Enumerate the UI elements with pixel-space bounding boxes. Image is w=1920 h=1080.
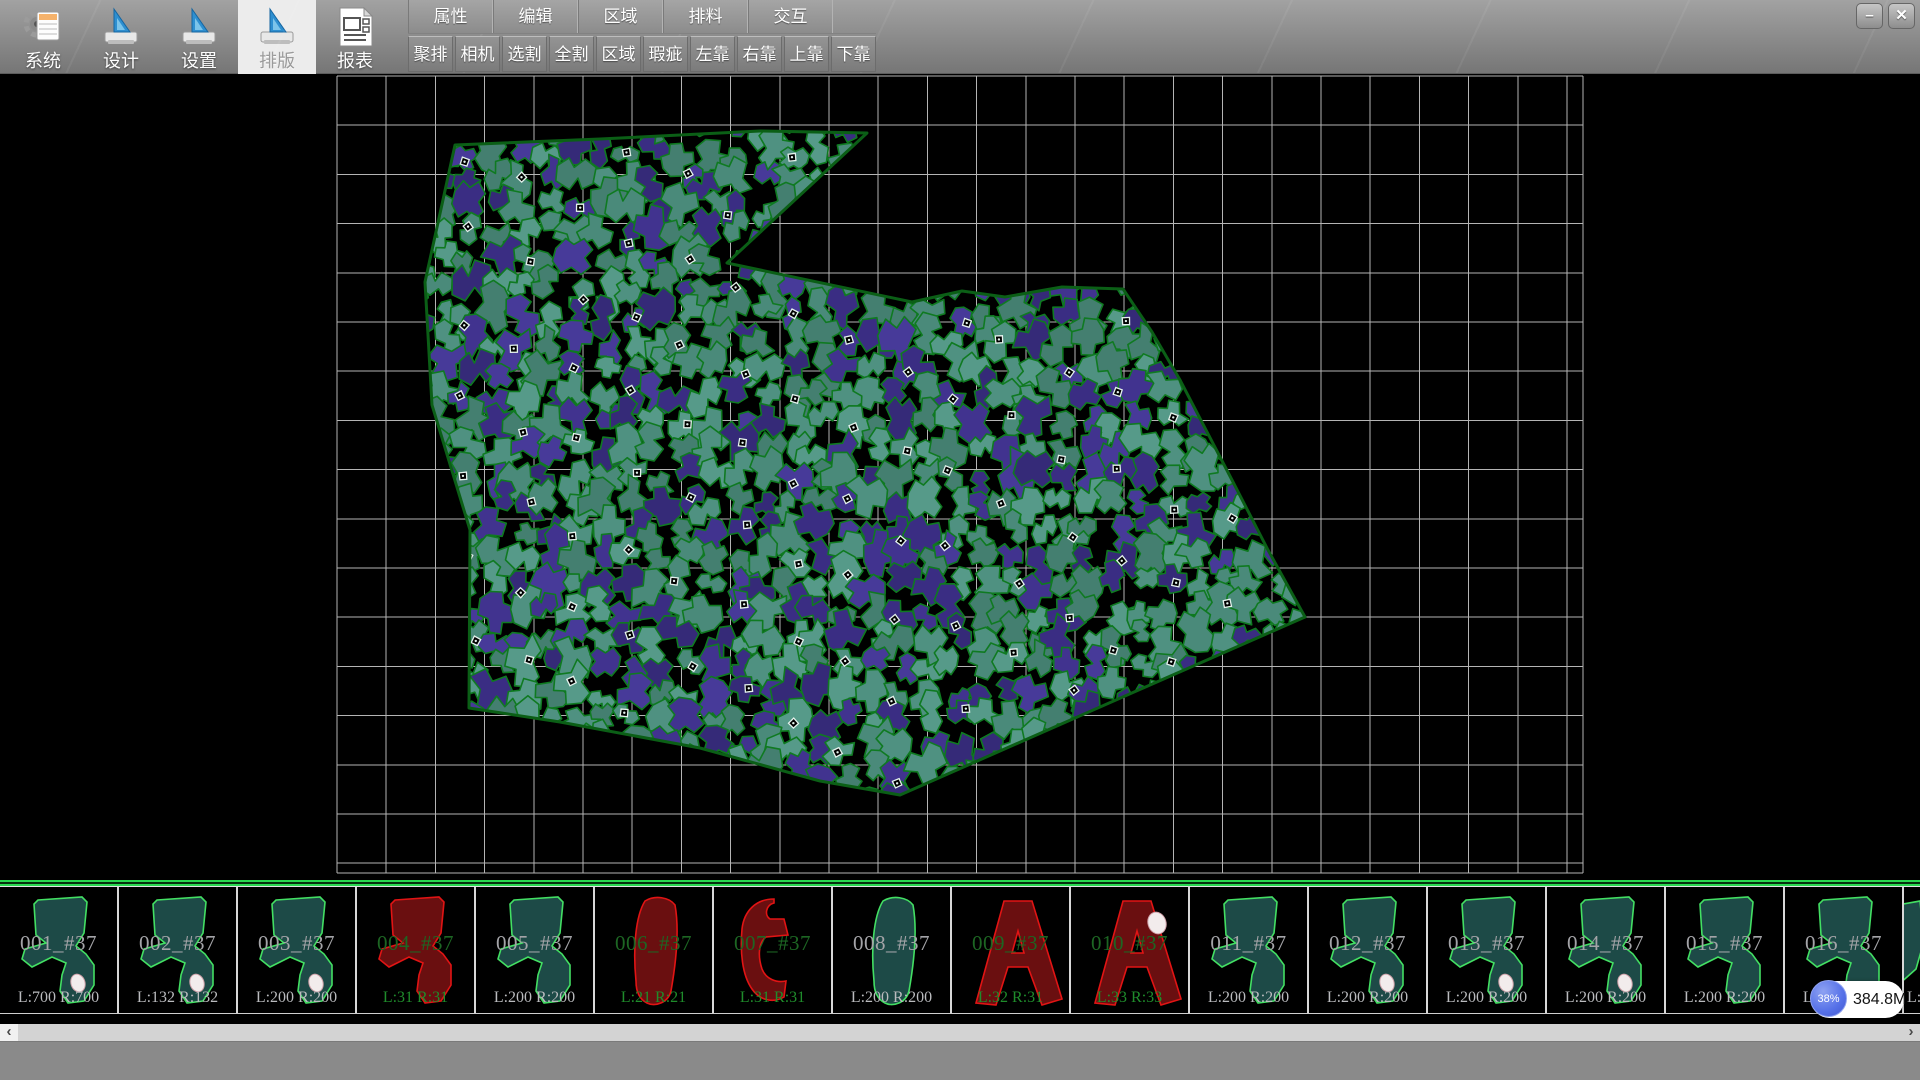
action-button-6[interactable]: 瑕疵 <box>643 36 688 72</box>
piece-name-label: 006_#37 <box>595 931 712 956</box>
piece-name-label: 002_#37 <box>119 931 236 956</box>
piece-thumbnail-strip: 001_#37L:700 R:700002_#37L:132 R:132003_… <box>0 886 1920 1014</box>
thumbnail-cell-14[interactable]: 014_#37 L:200 R:200 <box>1547 887 1666 1013</box>
piece-lr-count-label: L:200 R:200 <box>833 989 950 1007</box>
download-progress-badge[interactable]: 38% 384.8M <box>1811 981 1904 1018</box>
menu-block: 属性编辑区域排料交互 聚排相机选割全割区域瑕疵左靠右靠上靠下靠 <box>408 0 876 74</box>
piece-name-label: 015_#37 <box>1666 931 1783 956</box>
hide-nesting-view <box>0 74 1920 880</box>
piece-name-label: 010_#37 <box>1071 931 1188 956</box>
piece-lr-count-label: L: <box>1904 989 1920 1007</box>
action-button-7[interactable]: 左靠 <box>690 36 735 72</box>
action-button-3[interactable]: 选割 <box>502 36 547 72</box>
thumbnail-cell-5[interactable]: 005_#37 L:200 R:200 <box>476 887 595 1013</box>
action-button-4[interactable]: 全割 <box>549 36 594 72</box>
download-size-label: 384.8M <box>1853 981 1906 1018</box>
toolbar-button-label: 系统 <box>25 51 61 72</box>
piece-name-label: 004_#37 <box>357 931 474 956</box>
action-button-9[interactable]: 上靠 <box>784 36 829 72</box>
design-icon <box>98 4 144 50</box>
layout-icon <box>254 4 300 50</box>
toolbar-button-1[interactable]: 系统 <box>4 0 82 74</box>
piece-name-label: 007_#37 <box>714 931 831 956</box>
status-bar <box>0 1041 1920 1080</box>
piece-name-label: 001_#37 <box>0 931 117 956</box>
menu-tab-row: 属性编辑区域排料交互 <box>408 0 876 34</box>
action-button-row: 聚排相机选割全割区域瑕疵左靠右靠上靠下靠 <box>408 34 876 76</box>
piece-lr-count-label: L:200 R:200 <box>1309 989 1426 1007</box>
thumbnail-cell-6[interactable]: 006_#37 L:21 R:21 <box>595 887 714 1013</box>
piece-name-label: 012_#37 <box>1309 931 1426 956</box>
piece-name-label: 016_#37 <box>1785 931 1902 956</box>
piece-lr-count-label: L:32 R:31 <box>952 989 1069 1007</box>
thumbnail-cell-9[interactable]: 009_#37 L:32 R:31 <box>952 887 1071 1013</box>
toolbar-button-5[interactable]: 报表 <box>316 0 394 74</box>
piece-lr-count-label: L:200 R:200 <box>1190 989 1307 1007</box>
report-icon <box>332 4 378 50</box>
toolbar-button-label: 报表 <box>337 51 373 72</box>
action-button-10[interactable]: 下靠 <box>831 36 876 72</box>
action-button-8[interactable]: 右靠 <box>737 36 782 72</box>
piece-name-label: 011_#37 <box>1190 931 1307 956</box>
menu-tab-4[interactable]: 排料 <box>663 0 748 33</box>
menu-tab-1[interactable]: 属性 <box>408 0 493 33</box>
toolbar-button-2[interactable]: 设计 <box>82 0 160 74</box>
piece-lr-count-label: L:200 R:200 <box>238 989 355 1007</box>
app-window: 系统 设计 设置 排版 报表 属性编辑区域排料交互 聚排相机选割全割区域瑕疵左靠右靠上靠… <box>0 0 1920 1080</box>
thumbnail-cell-7[interactable]: 007_#37 L:31 R:31 <box>714 887 833 1013</box>
toolbar-button-label: 设计 <box>103 51 139 72</box>
main-toolbar: 系统 设计 设置 排版 报表 属性编辑区域排料交互 聚排相机选割全割区域瑕疵左靠右靠上靠… <box>0 0 1920 74</box>
piece-lr-count-label: L:31 R:31 <box>357 989 474 1007</box>
piece-lr-count-label: L:21 R:21 <box>595 989 712 1007</box>
toolbar-button-label: 排版 <box>259 51 295 72</box>
toolbar-button-label: 设置 <box>181 51 217 72</box>
nesting-canvas[interactable] <box>0 74 1920 880</box>
action-button-2[interactable]: 相机 <box>455 36 500 72</box>
piece-name-label: 013_#37 <box>1428 931 1545 956</box>
system-icon <box>20 4 66 50</box>
thumbnail-cell-3[interactable]: 003_#37 L:200 R:200 <box>238 887 357 1013</box>
scroll-right-arrow[interactable]: › <box>1902 1024 1920 1041</box>
thumbnail-cell-1[interactable]: 001_#37 L:700 R:700 <box>0 887 119 1013</box>
thumbnail-cell-17[interactable]: L: <box>1904 887 1920 1013</box>
piece-lr-count-label: L:132 R:132 <box>119 989 236 1007</box>
toolbar-button-3[interactable]: 设置 <box>160 0 238 74</box>
thumbnail-cell-2[interactable]: 002_#37 L:132 R:132 <box>119 887 238 1013</box>
action-button-1[interactable]: 聚排 <box>408 36 453 72</box>
thumbnail-cell-12[interactable]: 012_#37 L:200 R:200 <box>1309 887 1428 1013</box>
menu-tab-5[interactable]: 交互 <box>748 0 833 33</box>
progress-circle: 38% <box>1810 980 1847 1017</box>
thumbnail-cell-4[interactable]: 004_#37 L:31 R:31 <box>357 887 476 1013</box>
menu-tab-2[interactable]: 编辑 <box>493 0 578 33</box>
piece-lr-count-label: L:33 R:33 <box>1071 989 1188 1007</box>
scroll-left-arrow[interactable]: ‹ <box>0 1024 18 1041</box>
thumbnail-cell-13[interactable]: 013_#37 L:200 R:200 <box>1428 887 1547 1013</box>
toolbar-button-4[interactable]: 排版 <box>238 0 316 74</box>
thumbnail-cell-8[interactable]: 008_#37 L:200 R:200 <box>833 887 952 1013</box>
horizontal-scrollbar[interactable]: ‹ › <box>0 1024 1920 1041</box>
piece-lr-count-label: L:700 R:700 <box>0 989 117 1007</box>
piece-lr-count-label: L:200 R:200 <box>1666 989 1783 1007</box>
thumbnail-cell-10[interactable]: 010_#37 L:33 R:33 <box>1071 887 1190 1013</box>
piece-lr-count-label: L:200 R:200 <box>1547 989 1664 1007</box>
piece-name-label: 005_#37 <box>476 931 593 956</box>
thumbnail-cell-15[interactable]: 015_#37 L:200 R:200 <box>1666 887 1785 1013</box>
piece-name-label: 003_#37 <box>238 931 355 956</box>
piece-name-label: 014_#37 <box>1547 931 1664 956</box>
piece-lr-count-label: L:200 R:200 <box>1428 989 1545 1007</box>
action-button-5[interactable]: 区域 <box>596 36 641 72</box>
thumbnail-cell-11[interactable]: 011_#37 L:200 R:200 <box>1190 887 1309 1013</box>
close-button[interactable]: ✕ <box>1888 3 1915 29</box>
piece-name-label: 008_#37 <box>833 931 950 956</box>
piece-lr-count-label: L:200 R:200 <box>476 989 593 1007</box>
settings-icon <box>176 4 222 50</box>
minimize-button[interactable]: – <box>1856 3 1883 29</box>
piece-name-label: 009_#37 <box>952 931 1069 956</box>
piece-lr-count-label: L:31 R:31 <box>714 989 831 1007</box>
menu-tab-3[interactable]: 区域 <box>578 0 663 33</box>
